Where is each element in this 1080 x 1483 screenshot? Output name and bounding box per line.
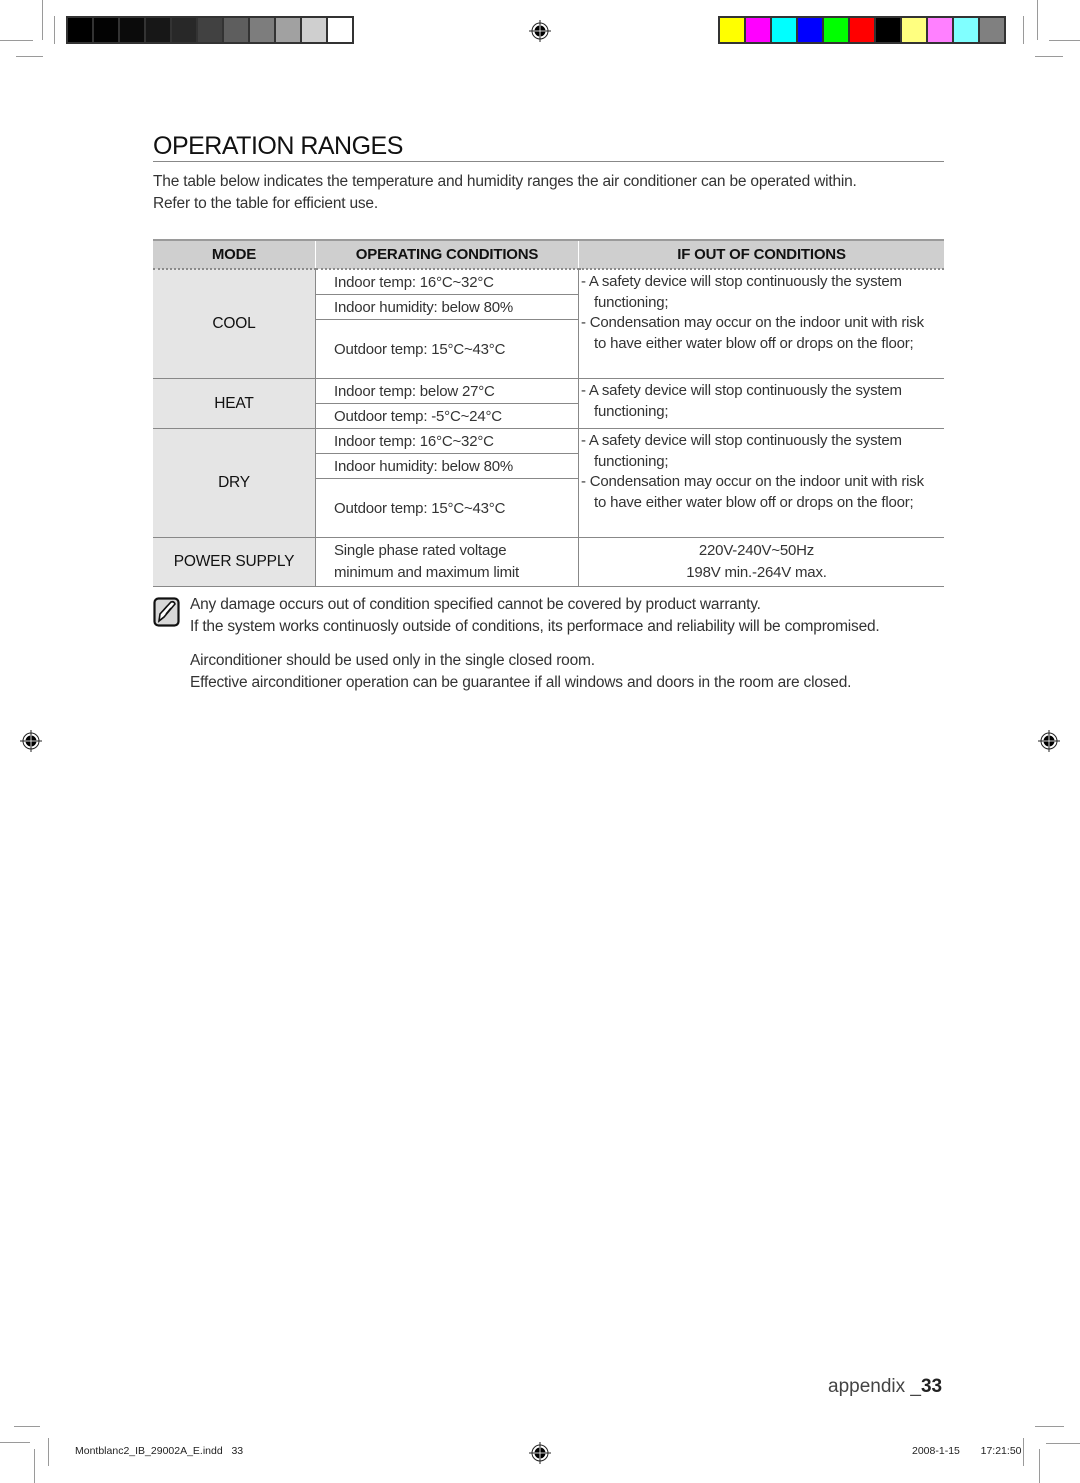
voltage-range: 220V-240V~50Hz — [698, 542, 815, 559]
color-swatch — [720, 18, 746, 42]
table-row: POWER SUPPLY Single phase rated voltage … — [153, 537, 944, 587]
color-swatch — [94, 18, 120, 42]
note-line: Effective airconditioner operation can b… — [190, 674, 852, 691]
condition-cell: Indoor temp: 16°C~32°C — [315, 269, 579, 295]
condition-cell: Outdoor temp: -5°C~24°C — [315, 403, 579, 429]
crop-mark — [14, 1426, 40, 1427]
condition-cell: Outdoor temp: 15°C~43°C — [315, 319, 579, 379]
mode-cell-cool: COOL — [153, 269, 316, 379]
color-swatch — [746, 18, 772, 42]
condition-cell: Indoor humidity: below 80% — [315, 453, 579, 479]
crop-mark — [16, 56, 43, 57]
color-swatch — [980, 18, 1004, 42]
crop-mark — [54, 16, 55, 44]
out-of-conditions-item: - A safety device will stop continuously… — [581, 273, 902, 311]
color-swatch — [146, 18, 172, 42]
note-line: Any damage occurs out of condition speci… — [190, 596, 761, 613]
table-row: HEAT Indoor temp: below 27°C - A safety … — [153, 378, 944, 429]
mode-cell-dry: DRY — [153, 428, 316, 538]
color-swatch — [850, 18, 876, 42]
note-pencil-icon — [153, 597, 180, 627]
column-header-if-out-of-conditions: IF OUT OF CONDITIONS — [578, 239, 944, 270]
crop-mark — [0, 40, 33, 41]
condition-cell: Indoor temp: below 27°C — [315, 378, 579, 404]
condition-cell: Single phase rated voltage minimum and m… — [315, 537, 579, 587]
color-swatch — [276, 18, 302, 42]
voltage-limits: 198V min.-264V max. — [686, 564, 827, 581]
color-swatch — [876, 18, 902, 42]
crop-mark — [1046, 1443, 1080, 1444]
title-divider — [153, 161, 944, 162]
operation-ranges-table: MODE OPERATING CONDITIONS IF OUT OF COND… — [153, 239, 944, 587]
crop-mark — [1039, 1449, 1040, 1483]
registration-mark-icon — [529, 20, 551, 42]
intro-line: Refer to the table for efficient use. — [153, 195, 378, 212]
table-header-row: MODE OPERATING CONDITIONS IF OUT OF COND… — [153, 239, 944, 270]
note-line: Airconditioner should be used only in th… — [190, 652, 595, 669]
crop-mark — [0, 1442, 30, 1443]
section-name: appendix _ — [828, 1376, 921, 1397]
registration-mark-icon — [1038, 730, 1060, 752]
page-title: OPERATION RANGES — [153, 132, 403, 160]
color-swatch — [824, 18, 850, 42]
column-header-mode: MODE — [153, 239, 316, 270]
registration-mark-icon — [529, 1442, 551, 1464]
color-swatch — [772, 18, 798, 42]
color-swatch — [250, 18, 276, 42]
out-of-conditions-cell: 220V-240V~50Hz 198V min.-264V max. — [578, 537, 944, 587]
crop-mark — [1035, 56, 1063, 57]
color-swatch — [928, 18, 954, 42]
file-slug: Montblanc2_IB_29002A_E.indd 33 — [75, 1445, 244, 1457]
out-of-conditions-item: - Condensation may occur on the indoor u… — [581, 473, 924, 511]
condition-cell: Indoor temp: 16°C~32°C — [315, 428, 579, 454]
grayscale-color-bar — [66, 16, 354, 44]
note-line: If the system works continuosly outside … — [190, 618, 880, 635]
crop-mark — [42, 0, 43, 40]
page-footer-label: appendix _33 — [828, 1376, 942, 1398]
out-of-conditions-cell: - A safety device will stop continuously… — [578, 269, 944, 379]
crop-mark — [1049, 40, 1080, 41]
color-swatch — [328, 18, 352, 42]
page-number: 33 — [920, 1376, 943, 1397]
color-swatch — [902, 18, 928, 42]
crop-mark — [34, 1449, 35, 1483]
crop-mark — [1023, 16, 1024, 44]
out-of-conditions-cell: - A safety device will stop continuously… — [578, 428, 944, 538]
color-swatch — [224, 18, 250, 42]
mode-cell-heat: HEAT — [153, 378, 316, 429]
out-of-conditions-cell: - A safety device will stop continuously… — [578, 378, 944, 429]
color-swatch — [198, 18, 224, 42]
condition-cell: Indoor humidity: below 80% — [315, 294, 579, 320]
color-swatch — [68, 18, 94, 42]
print-timestamp: 2008-1-15 17:21:50 — [912, 1445, 1022, 1457]
condition-cell: Outdoor temp: 15°C~43°C — [315, 478, 579, 538]
condition-line: Single phase rated voltage — [334, 542, 507, 559]
intro-paragraph: The table below indicates the temperatur… — [153, 171, 953, 215]
out-of-conditions-item: - Condensation may occur on the indoor u… — [581, 314, 924, 352]
registration-mark-icon — [20, 730, 42, 752]
out-of-conditions-item: - A safety device will stop continuously… — [581, 432, 902, 470]
table-row: DRY Indoor temp: 16°C~32°C - A safety de… — [153, 428, 944, 538]
color-swatch — [798, 18, 824, 42]
process-color-bar — [718, 16, 1006, 44]
column-header-operating-conditions: OPERATING CONDITIONS — [315, 239, 579, 270]
color-swatch — [172, 18, 198, 42]
table-row: COOL Indoor temp: 16°C~32°C - A safety d… — [153, 269, 944, 379]
intro-line: The table below indicates the temperatur… — [153, 173, 857, 190]
condition-line: minimum and maximum limit — [334, 564, 520, 581]
crop-mark — [1037, 0, 1038, 40]
crop-mark — [48, 1438, 49, 1466]
out-of-conditions-item: - A safety device will stop continuously… — [581, 382, 902, 420]
color-swatch — [302, 18, 328, 42]
crop-mark — [1023, 1438, 1024, 1466]
notes-section: Any damage occurs out of condition speci… — [190, 594, 950, 694]
mode-cell-power-supply: POWER SUPPLY — [153, 537, 316, 587]
color-swatch — [120, 18, 146, 42]
crop-mark — [1035, 1426, 1064, 1427]
color-swatch — [954, 18, 980, 42]
